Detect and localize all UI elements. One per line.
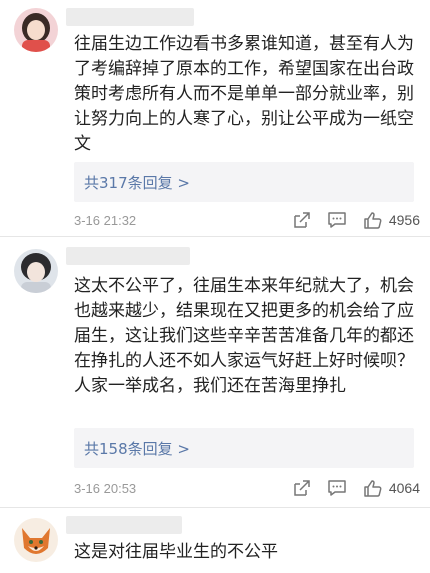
avatar-girl-icon — [14, 249, 58, 293]
view-replies-button[interactable]: 共158条回复 > — [74, 428, 414, 468]
comment-icon — [328, 480, 346, 496]
avatar[interactable] — [14, 8, 58, 52]
comment-item: 这太不公平了，往届生本来年纪就大了，机会也越来越少，结果现在又把更多的机会给了应… — [0, 237, 430, 507]
comment-text: 这是对往届毕业生的不公平 — [74, 542, 278, 562]
share-button[interactable] — [293, 211, 311, 229]
share-icon — [294, 480, 310, 496]
comment-icon — [328, 212, 346, 228]
share-icon — [294, 212, 310, 228]
comment-button[interactable] — [327, 211, 347, 229]
thumbs-up-icon — [364, 212, 382, 229]
comment-text: 这太不公平了，往届生本来年纪就大了，机会也越来越少，结果现在又把更多的机会给了应… — [74, 276, 414, 396]
avatar-fox-icon — [14, 518, 58, 562]
username-redacted — [66, 8, 194, 26]
like-button[interactable]: 4956 — [363, 211, 420, 229]
comment-button[interactable] — [327, 479, 347, 497]
comment-item: 这是对往届毕业生的不公平 — [0, 508, 430, 573]
comment-meta: 3-16 21:32 4956 — [74, 208, 420, 232]
share-button[interactable] — [293, 479, 311, 497]
comment-meta: 3-16 20:53 4064 — [74, 476, 420, 500]
avatar[interactable] — [14, 249, 58, 293]
replies-label: 共158条回复 > — [84, 439, 190, 458]
view-replies-button[interactable]: 共317条回复 > — [74, 162, 414, 202]
thumbs-up-icon — [364, 480, 382, 497]
username-redacted — [66, 247, 190, 265]
avatar[interactable] — [14, 518, 58, 562]
timestamp: 3-16 21:32 — [74, 212, 137, 228]
comment-text: 往届生边工作边看书多累谁知道，甚至有人为了考编辞掉了原本的工作，希望国家在出台政… — [74, 34, 414, 154]
like-count: 4956 — [388, 212, 420, 228]
replies-label: 共317条回复 > — [84, 173, 190, 192]
like-count: 4064 — [388, 480, 420, 496]
like-button[interactable]: 4064 — [363, 479, 420, 497]
username-redacted — [66, 516, 182, 534]
timestamp: 3-16 20:53 — [74, 480, 137, 496]
comment-item: 往届生边工作边看书多累谁知道，甚至有人为了考编辞掉了原本的工作，希望国家在出台政… — [0, 0, 430, 236]
avatar-girl-icon — [14, 8, 58, 52]
